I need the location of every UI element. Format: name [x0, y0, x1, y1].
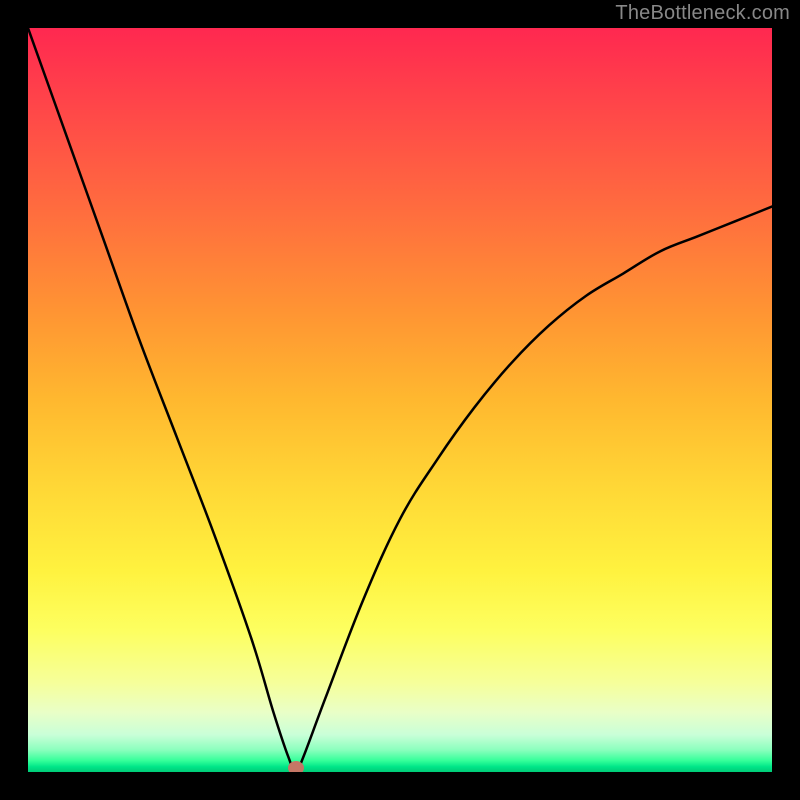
- watermark-label: TheBottleneck.com: [615, 2, 790, 25]
- chart-frame: TheBottleneck.com: [0, 0, 800, 800]
- bottleneck-curve: [28, 28, 772, 772]
- plot-area: [28, 28, 772, 772]
- min-marker-dot: [288, 761, 304, 772]
